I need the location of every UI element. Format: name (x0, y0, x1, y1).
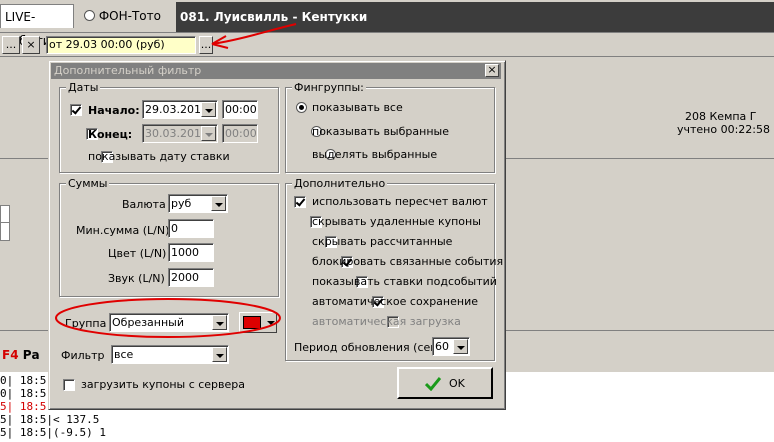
annotation-arrow (211, 23, 297, 45)
annotation-ellipse (55, 298, 281, 338)
annotation-overlay (55, 23, 297, 338)
